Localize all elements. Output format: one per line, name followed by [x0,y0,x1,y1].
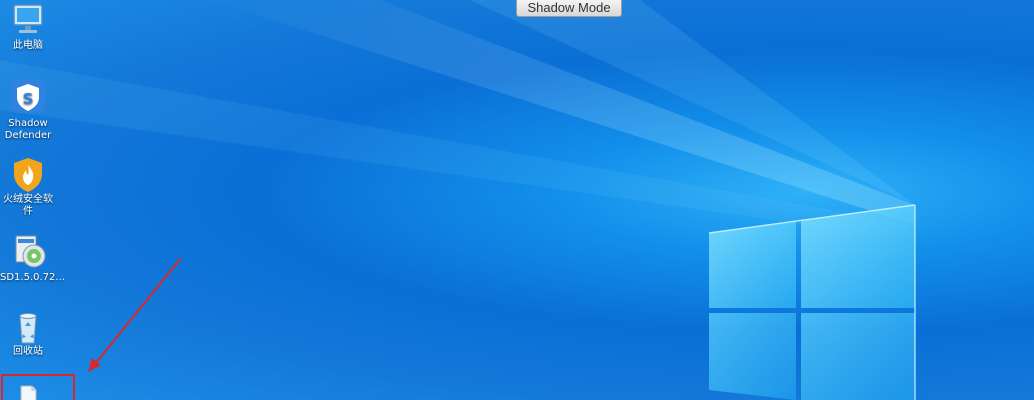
wallpaper-beams [0,0,916,400]
shadow-mode-banner: Shadow Mode [516,0,622,17]
recycle-bin-icon [19,313,37,344]
desktop-icon-shadow-defender[interactable]: S Shadow Defender [0,78,56,142]
flame-shield-icon [14,158,42,192]
icon-label-huorong: 火绒安全软件 [3,194,53,217]
desktop-icon-recycle-bin[interactable]: 回收站 [0,310,56,358]
icon-label-sd-installer: SD1.5.0.72... [0,272,65,283]
desktop-icon-sd-installer[interactable]: SD1.5.0.72... [0,232,65,284]
monitor-icon [13,4,43,33]
installer-disc-icon [15,235,46,268]
desktop[interactable]: Shadow Mode 此电脑 S Shadow Defender 火绒安全软件 [0,0,1034,400]
svg-text:S: S [23,90,34,108]
desktop-icon-this-pc[interactable]: 此电脑 [0,2,56,52]
annotation-highlight-box [1,374,75,400]
icon-label-recycle-bin: 回收站 [13,346,43,357]
desktop-icon-huorong[interactable]: 火绒安全软件 [0,156,56,218]
icon-label-shadow-defender: Shadow Defender [4,118,52,141]
shield-s-icon: S [11,79,45,113]
icon-label-this-pc: 此电脑 [13,40,43,51]
